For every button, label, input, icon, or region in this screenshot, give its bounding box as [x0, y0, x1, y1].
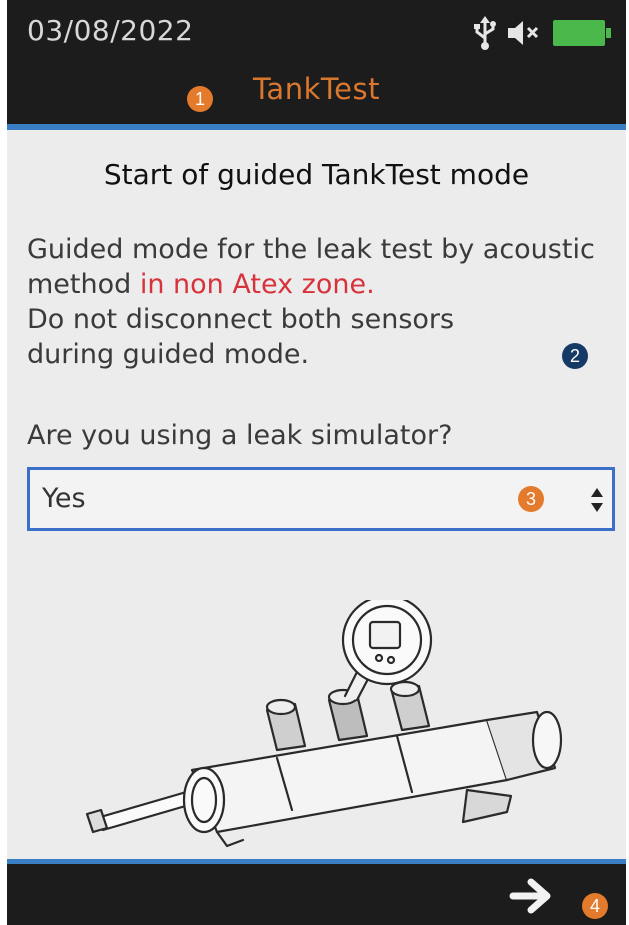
- leak-simulator-question: Are you using a leak simulator?: [27, 420, 453, 451]
- up-down-stepper-icon[interactable]: [590, 486, 604, 514]
- status-bar: 03/08/2022 1 TankTest: [7, 0, 626, 128]
- select-value: Yes: [42, 483, 86, 514]
- instructions-text: Guided mode for the leak test by acousti…: [27, 232, 607, 372]
- app-title: TankTest: [253, 72, 380, 106]
- callout-badge-4: 4: [582, 893, 608, 919]
- callout-badge-2: 2: [562, 343, 588, 369]
- atex-warning-text: in non Atex zone.: [139, 269, 375, 300]
- page-title: Start of guided TankTest mode: [103, 158, 530, 191]
- device-screen: 03/08/2022 1 TankTest Start of guided Ta…: [7, 0, 626, 925]
- arrow-right-icon[interactable]: [507, 876, 555, 916]
- instructions-part-2: Do not disconnect both sensors during gu…: [27, 304, 455, 370]
- footer-bar: 4: [7, 864, 626, 925]
- leak-simulator-illustration: [85, 600, 563, 848]
- battery-icon: [553, 20, 611, 46]
- speaker-muted-icon: [508, 21, 539, 45]
- status-icons: [426, 12, 626, 52]
- header-divider: [7, 124, 626, 130]
- usb-icon: [474, 16, 496, 50]
- callout-badge-3: 3: [518, 486, 544, 512]
- date-display: 03/08/2022: [27, 14, 194, 47]
- leak-simulator-select[interactable]: Yes 3: [27, 467, 615, 531]
